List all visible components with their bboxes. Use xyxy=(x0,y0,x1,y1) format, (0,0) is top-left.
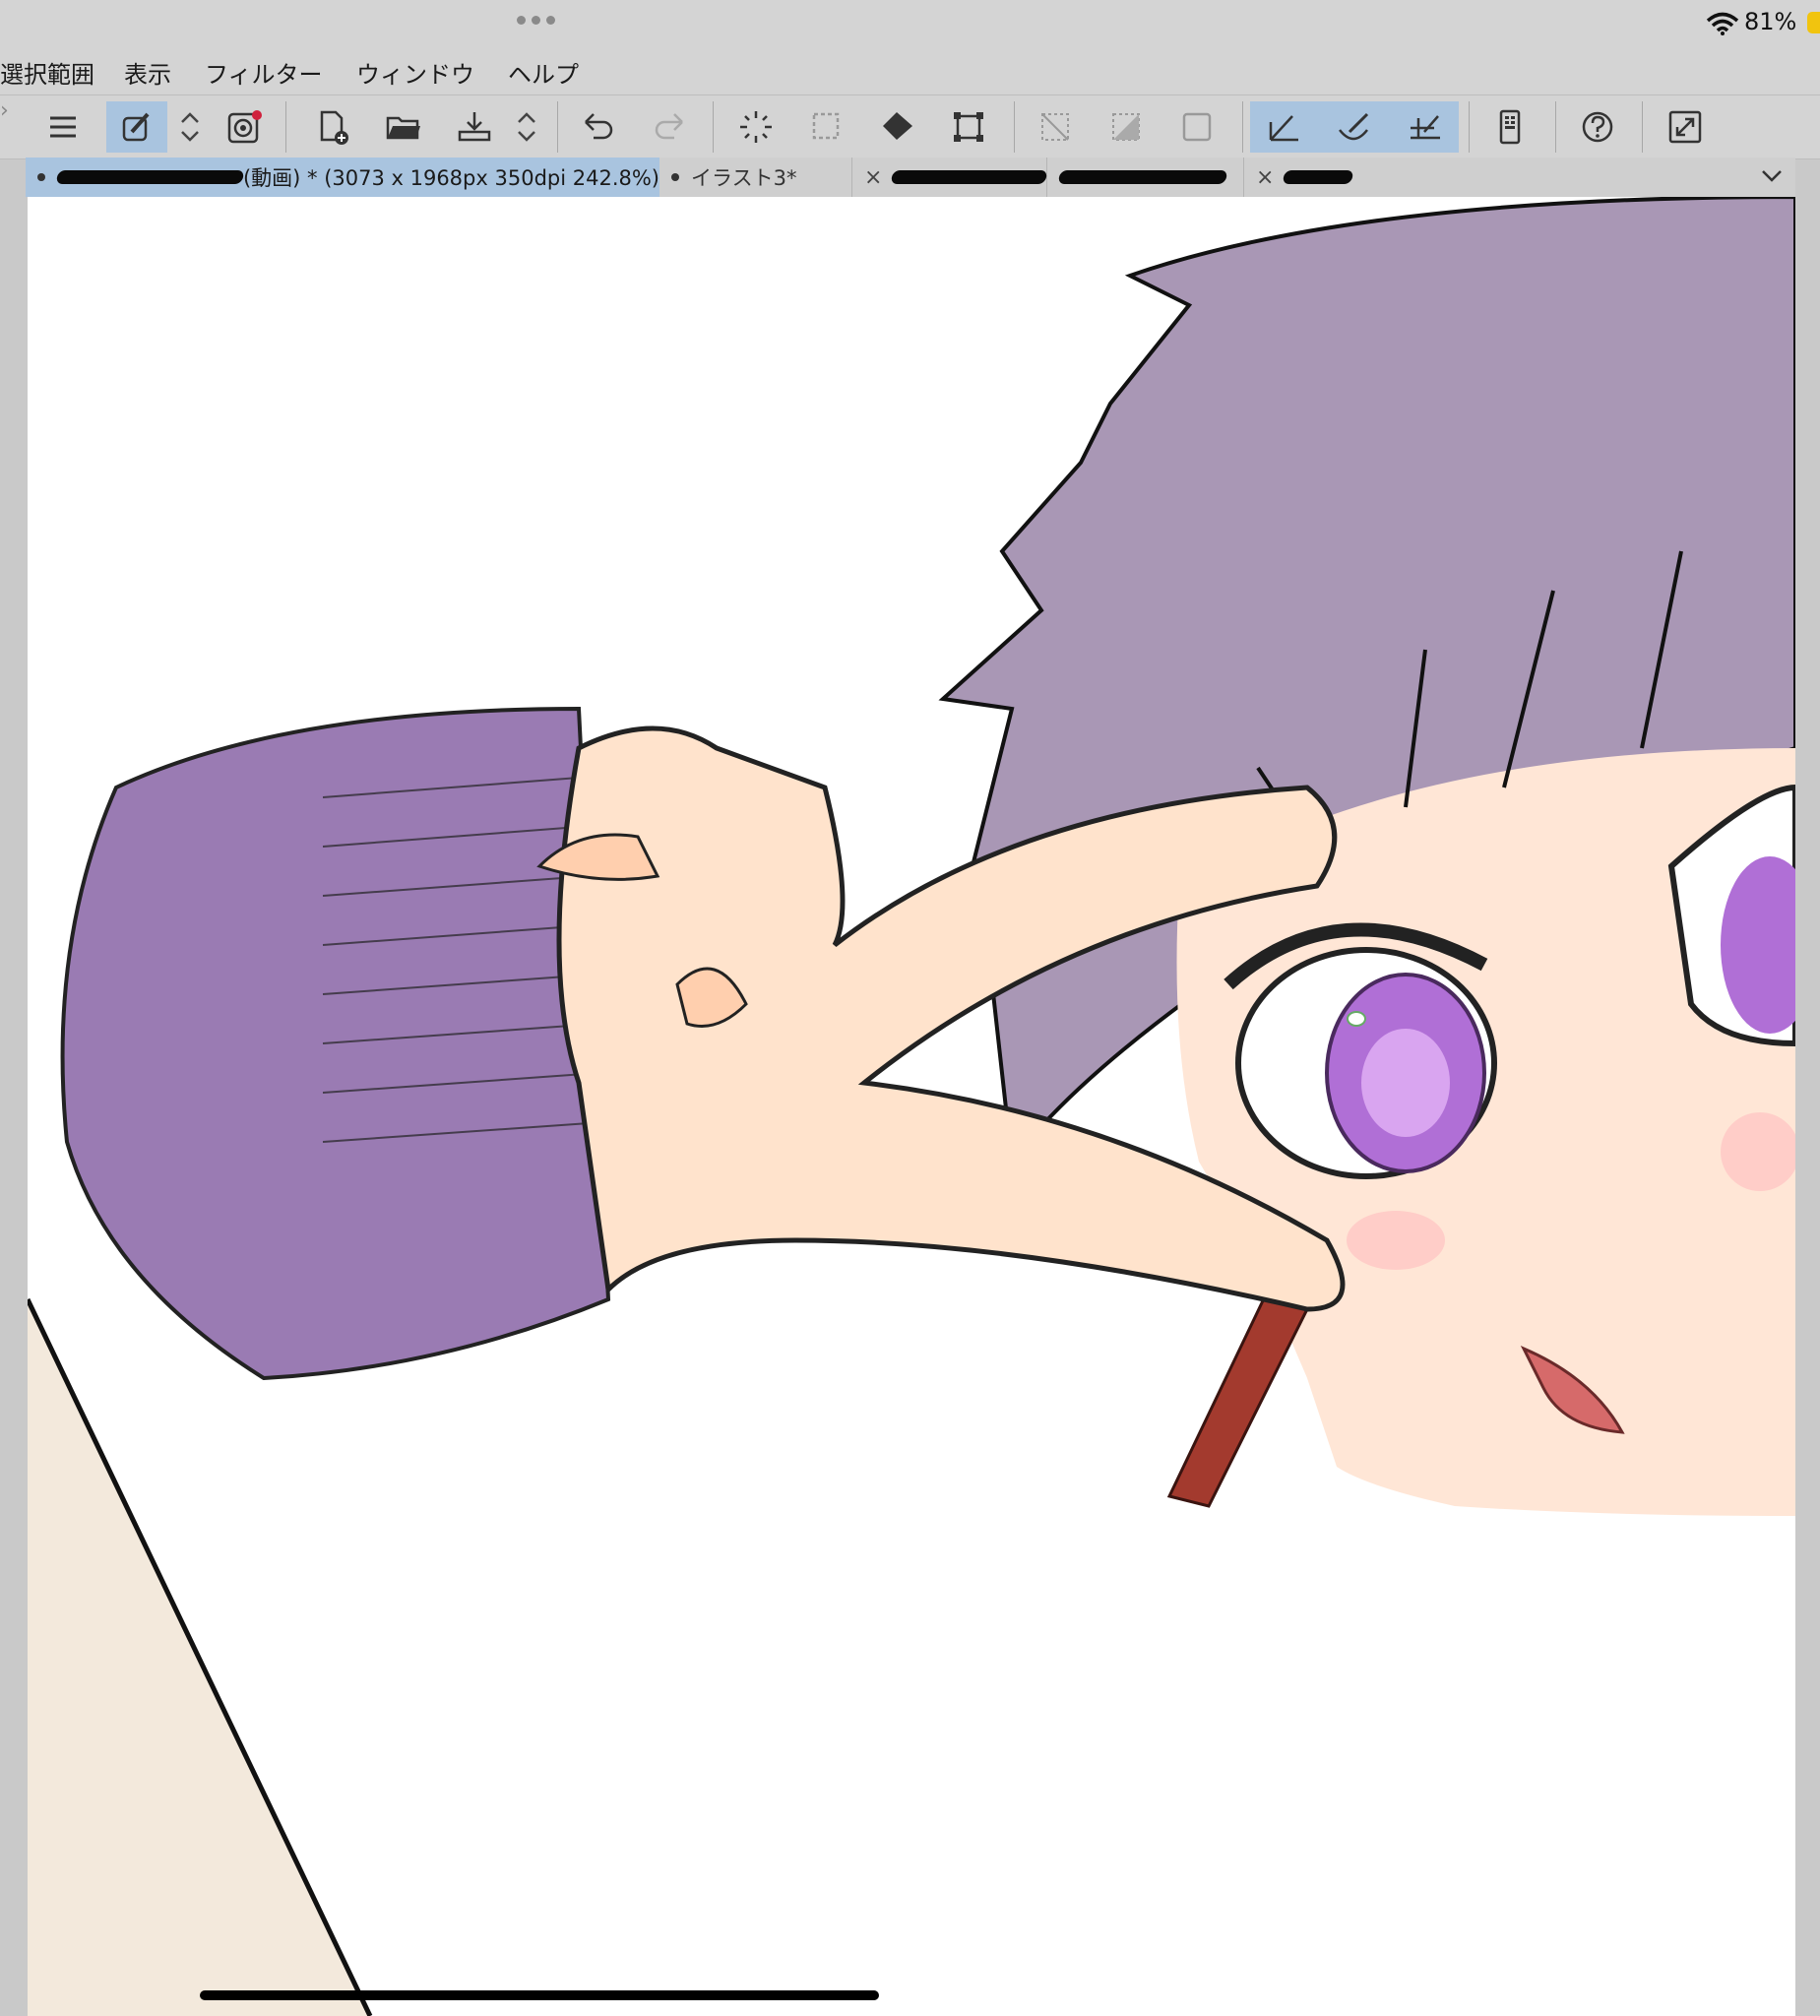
transform-icon[interactable] xyxy=(943,101,994,153)
menu-filter[interactable]: フィルター xyxy=(205,55,323,90)
left-panel-edge xyxy=(0,197,28,2016)
status-bar: 81% xyxy=(0,0,1820,47)
tab-illust3[interactable]: イラスト3* xyxy=(659,158,852,197)
separator xyxy=(1642,101,1643,153)
separator xyxy=(1555,101,1556,153)
help-icon[interactable] xyxy=(1573,101,1624,153)
redacted-text xyxy=(890,170,1048,184)
character-illustration xyxy=(28,197,1795,2016)
menu-selection[interactable]: 選択範囲 xyxy=(0,55,94,90)
close-icon[interactable]: × xyxy=(1256,165,1274,190)
home-indicator[interactable] xyxy=(200,1990,879,2000)
tab-label: (動画) * (3073 x 1968px 350dpi 242.8%) xyxy=(242,166,659,190)
multitask-dots-icon[interactable] xyxy=(517,10,561,30)
save-icon[interactable] xyxy=(449,101,500,153)
new-file-icon[interactable] xyxy=(307,101,358,153)
select-all-icon[interactable] xyxy=(730,101,782,153)
command-bar xyxy=(0,94,1820,159)
fill-icon[interactable] xyxy=(872,101,923,153)
menu-help[interactable]: ヘルプ xyxy=(508,55,579,90)
separator xyxy=(1469,101,1470,153)
redacted-text xyxy=(1282,170,1354,184)
separator xyxy=(285,101,286,153)
separator xyxy=(1014,101,1015,153)
unsaved-dot-icon xyxy=(671,173,679,181)
battery-icon xyxy=(1807,12,1820,33)
tab-hidden-2[interactable] xyxy=(1047,158,1244,197)
device-settings-icon[interactable] xyxy=(1484,101,1536,153)
redo-icon[interactable] xyxy=(644,101,695,153)
selection-border-icon[interactable] xyxy=(1171,101,1223,153)
perspective-ruler-icon[interactable] xyxy=(1400,101,1451,153)
tab-bar: (動画) * (3073 x 1968px 350dpi 242.8%) イラス… xyxy=(26,158,1795,197)
clear-selection-icon[interactable] xyxy=(1030,101,1081,153)
curve-ruler-icon[interactable] xyxy=(1329,101,1380,153)
wifi-icon xyxy=(1706,12,1739,35)
tab-hidden-3[interactable]: × xyxy=(1244,158,1431,197)
drawing-canvas[interactable] xyxy=(28,197,1795,2016)
tab-label: イラスト3* xyxy=(691,166,797,190)
redacted-text xyxy=(1057,170,1228,184)
unsaved-dot-icon xyxy=(37,173,45,181)
menu-view[interactable]: 表示 xyxy=(124,55,171,90)
tab-hidden-1[interactable]: × xyxy=(852,158,1048,197)
redacted-text xyxy=(55,170,245,184)
ruler-icon[interactable] xyxy=(1258,101,1309,153)
companion-icon[interactable] xyxy=(219,101,270,153)
undo-icon[interactable] xyxy=(573,101,624,153)
separator xyxy=(713,101,714,153)
battery-percent: 81% xyxy=(1744,8,1797,35)
menu-bar: 選択範囲 表示 フィルター ウィンドウ ヘルプ xyxy=(0,47,1820,94)
tab-document-active[interactable]: (動画) * (3073 x 1968px 350dpi 242.8%) xyxy=(26,158,659,197)
invert-selection-icon[interactable] xyxy=(1100,101,1152,153)
right-panel-edge xyxy=(1795,197,1820,2016)
eyedropper-pen-icon[interactable] xyxy=(106,101,167,153)
fullscreen-icon[interactable] xyxy=(1660,101,1711,153)
updown-icon[interactable] xyxy=(175,101,205,153)
chevron-down-icon[interactable] xyxy=(1757,161,1787,191)
open-folder-icon[interactable] xyxy=(378,101,429,153)
deselect-icon[interactable] xyxy=(801,101,852,153)
separator xyxy=(557,101,558,153)
chevron-right-icon[interactable]: › xyxy=(0,98,9,123)
menu-window[interactable]: ウィンドウ xyxy=(356,55,474,90)
close-icon[interactable]: × xyxy=(864,165,882,190)
updown-icon[interactable] xyxy=(512,101,541,153)
separator xyxy=(1242,101,1243,153)
menu-icon[interactable] xyxy=(37,101,89,153)
